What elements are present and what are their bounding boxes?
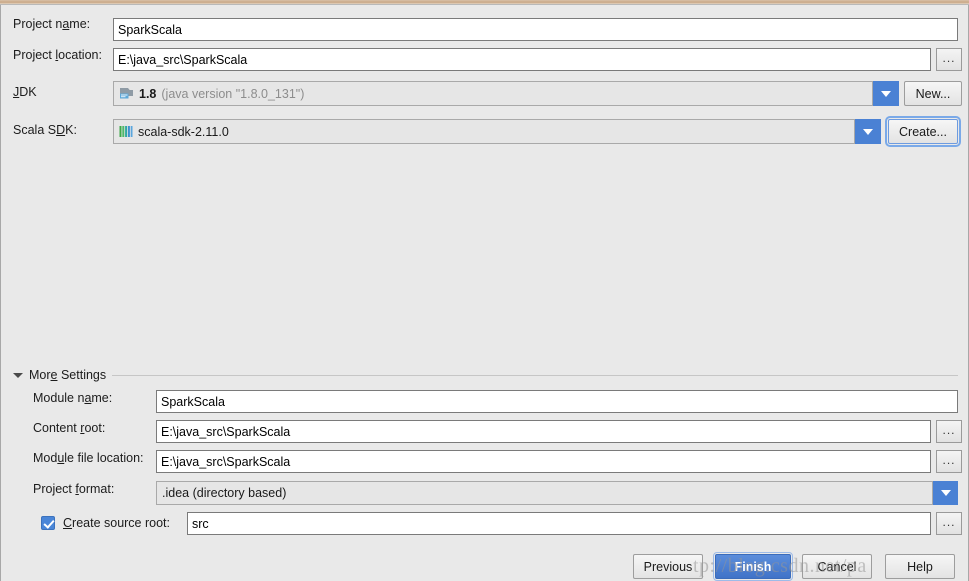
triangle-down-icon	[13, 372, 23, 378]
jdk-new-button[interactable]: New...	[904, 81, 962, 106]
project-format-row: Project format:	[33, 482, 114, 496]
module-file-location-input[interactable]: E:\java_src\SparkScala	[156, 450, 931, 473]
module-file-location-browse-button[interactable]: ...	[936, 450, 962, 473]
cancel-button[interactable]: Cancel	[802, 554, 872, 579]
previous-button-label: Previous	[643, 559, 693, 574]
jdk-version: 1.8	[139, 86, 157, 101]
chevron-down-icon	[863, 128, 873, 135]
jdk-new-button-label: New...	[915, 86, 951, 101]
scala-sdk-row: Scala SDK:	[13, 123, 107, 137]
jdk-dropdown-button[interactable]	[873, 81, 899, 106]
module-name-input[interactable]: SparkScala	[156, 390, 958, 413]
project-format-label: Project format:	[33, 482, 115, 496]
create-source-root-browse-button[interactable]: ...	[936, 512, 962, 535]
new-project-dialog: Project name: SparkScala Project locatio…	[0, 0, 969, 581]
create-source-root-label: Create source root:	[63, 516, 170, 530]
project-format-value: .idea (directory based)	[162, 486, 287, 500]
dialog-panel: Project name: SparkScala Project locatio…	[0, 5, 969, 581]
browse-ellipsis-icon: ...	[942, 452, 956, 467]
more-settings-separator	[112, 374, 958, 376]
more-settings-toggle[interactable]: More Settings	[13, 367, 958, 383]
project-location-row: Project location:	[13, 48, 107, 62]
project-name-row: Project name:	[13, 17, 107, 31]
create-source-root-checkbox[interactable]	[41, 516, 55, 530]
project-location-label: Project location:	[13, 48, 102, 62]
content-root-value: E:\java_src\SparkScala	[161, 424, 291, 439]
chevron-down-icon	[940, 490, 951, 496]
finish-button-label: Finish	[734, 559, 772, 574]
module-name-value: SparkScala	[161, 394, 225, 409]
create-source-root-input[interactable]: src	[187, 512, 931, 535]
jdk-icon	[119, 87, 134, 100]
project-name-input[interactable]: SparkScala	[113, 18, 958, 41]
content-root-row: Content root:	[33, 421, 105, 435]
more-settings-label: More Settings	[29, 368, 107, 382]
jdk-combo-field[interactable]: 1.8 (java version "1.8.0_131")	[113, 81, 873, 106]
project-location-input[interactable]: E:\java_src\SparkScala	[113, 48, 931, 71]
content-root-label: Content root:	[33, 421, 106, 435]
jdk-version-detail: (java version "1.8.0_131")	[161, 86, 305, 101]
scala-sdk-label: Scala SDK:	[13, 123, 77, 137]
chevron-down-icon	[881, 90, 891, 97]
help-button[interactable]: Help	[885, 554, 955, 579]
content-root-browse-button[interactable]: ...	[936, 420, 962, 443]
module-file-location-row: Module file location:	[33, 451, 144, 465]
project-location-value: E:\java_src\SparkScala	[118, 52, 248, 67]
previous-button[interactable]: Previous	[633, 554, 703, 579]
content-root-input[interactable]: E:\java_src\SparkScala	[156, 420, 931, 443]
module-name-row: Module name:	[33, 391, 112, 405]
scala-sdk-value: scala-sdk-2.11.0	[138, 124, 229, 139]
jdk-row: JDK	[13, 85, 107, 99]
cancel-button-label: Cancel	[817, 559, 857, 574]
browse-ellipsis-icon: ...	[942, 422, 956, 437]
scala-sdk-dropdown-button[interactable]	[855, 119, 881, 144]
create-source-root-row: Create source root:	[41, 516, 170, 530]
project-name-value: SparkScala	[118, 22, 182, 37]
browse-ellipsis-icon: ...	[942, 514, 956, 529]
help-button-label: Help	[907, 559, 933, 574]
scala-sdk-combo-field[interactable]: scala-sdk-2.11.0	[113, 119, 855, 144]
scala-sdk-create-button-label: Create...	[899, 124, 947, 139]
project-name-label: Project name:	[13, 17, 91, 31]
module-file-location-label: Module file location:	[33, 451, 144, 465]
module-name-label: Module name:	[33, 391, 113, 405]
module-file-location-value: E:\java_src\SparkScala	[161, 454, 291, 469]
project-format-combo-field[interactable]: .idea (directory based)	[156, 481, 933, 505]
project-format-dropdown-button[interactable]	[933, 481, 958, 505]
create-source-root-value: src	[192, 516, 209, 531]
browse-ellipsis-icon: ...	[942, 50, 956, 65]
finish-button[interactable]: Finish	[713, 552, 793, 581]
project-location-browse-button[interactable]: ...	[936, 48, 962, 71]
scala-icon	[119, 125, 133, 138]
scala-sdk-create-button[interactable]: Create...	[885, 116, 961, 147]
jdk-label: JDK	[13, 85, 37, 99]
